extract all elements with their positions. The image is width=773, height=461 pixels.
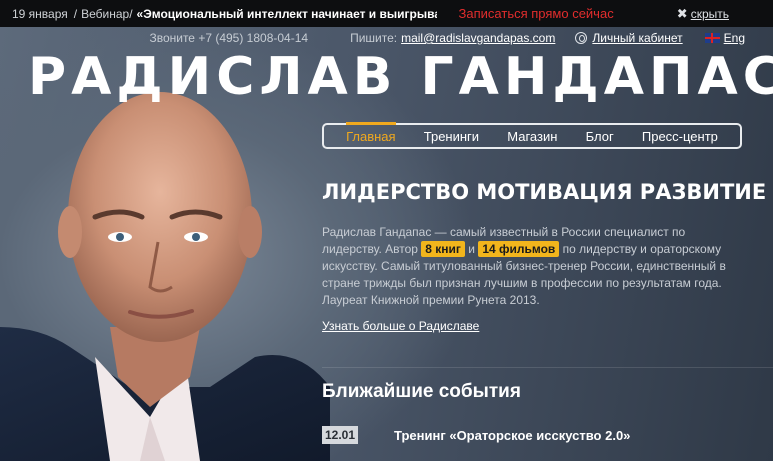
email-link[interactable]: mail@radislavgandapas.com <box>401 31 555 45</box>
cabinet-link[interactable]: Личный кабинет <box>575 31 683 45</box>
announcement-separator: / <box>73 6 78 21</box>
uk-flag-icon <box>704 33 720 43</box>
section-divider <box>322 367 773 368</box>
language-switch[interactable]: Eng <box>704 31 745 45</box>
event-date-badge: 12.01 <box>322 426 358 444</box>
event-title-link[interactable]: Тренинг «Ораторское исскуство 2.0» <box>394 428 630 443</box>
intro-text: Радислав Гандапас — самый известный в Ро… <box>322 224 730 309</box>
close-icon: ✖ <box>676 5 688 21</box>
nav-item-blog[interactable]: Блог <box>586 129 614 144</box>
page-headline: ЛИДЕРСТВО МОТИВАЦИЯ РАЗВИТИЕ <box>322 180 767 204</box>
hide-announcement-button[interactable]: ✖ скрыть <box>677 6 729 22</box>
about-more-link[interactable]: Узнать больше о Радиславе <box>322 319 479 333</box>
intro-part-2: и <box>468 242 475 256</box>
event-item[interactable]: 12.01 Тренинг «Ораторское исскуство 2.0» <box>322 426 630 444</box>
announcement-bar: 19 января / Вебинар/ «Эмоциональный инте… <box>0 0 773 27</box>
cabinet-label: Личный кабинет <box>592 31 683 45</box>
user-icon <box>575 32 588 44</box>
films-badge: 14 фильмов <box>478 241 560 257</box>
hide-label: скрыть <box>690 6 729 21</box>
main-nav: Главная Тренинги Магазин Блог Пресс-цент… <box>322 121 742 149</box>
nav-item-press[interactable]: Пресс-центр <box>642 129 718 144</box>
events-heading: Ближайшие события <box>322 381 521 402</box>
nav-item-home[interactable]: Главная <box>346 121 397 144</box>
phone-number: Звоните +7 (495) 1808-04-14 <box>149 31 309 45</box>
nav-item-trainings[interactable]: Тренинги <box>424 129 479 144</box>
language-label: Eng <box>723 31 745 45</box>
site-logo-title[interactable]: РАДИСЛАВ ГАНДАПАС <box>28 47 773 107</box>
hero: Звоните +7 (495) 1808-04-14 Пишите: mail… <box>0 27 773 461</box>
contacts-bar: Звоните +7 (495) 1808-04-14 Пишите: mail… <box>149 31 745 45</box>
announcement-type: Вебинар/ <box>81 6 133 21</box>
announcement-title[interactable]: «Эмоциональный интеллект начинает и выиг… <box>137 7 437 21</box>
nav-item-shop[interactable]: Магазин <box>507 129 557 144</box>
announcement-date: 19 января <box>12 6 68 21</box>
write-label: Пишите: <box>350 31 398 45</box>
signup-link[interactable]: Записаться прямо сейчас <box>459 6 614 21</box>
books-badge: 8 книг <box>421 241 465 257</box>
